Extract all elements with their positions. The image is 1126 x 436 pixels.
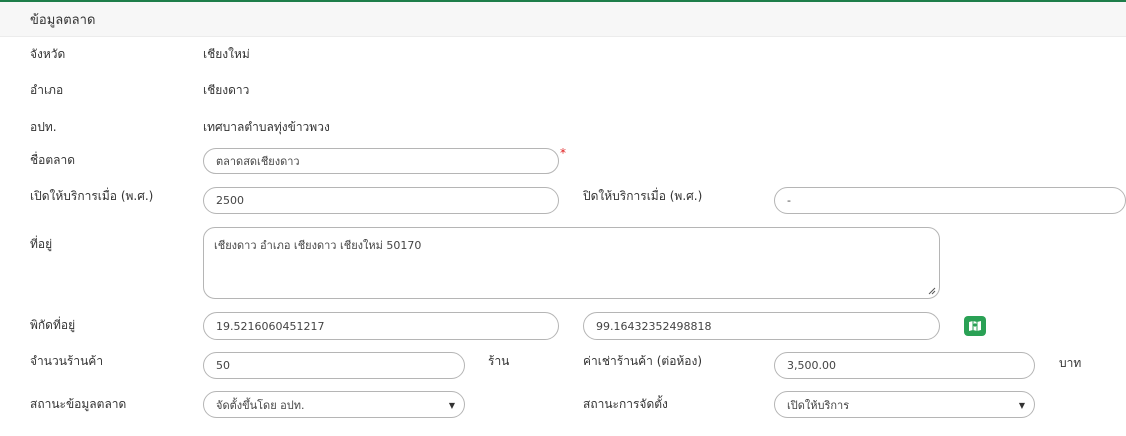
local-admin-value: เทศบาลตำบลทุ่งข้าวพวง bbox=[203, 120, 330, 134]
chevron-down-icon: ▼ bbox=[448, 400, 455, 410]
district-value: เชียงดาว bbox=[203, 83, 250, 97]
section-title: ข้อมูลตลาด bbox=[30, 13, 96, 28]
section-header: ข้อมูลตลาด bbox=[0, 2, 1126, 37]
district-label: อำเภอ bbox=[30, 83, 64, 97]
province-value: เชียงใหม่ bbox=[203, 47, 250, 61]
open-year-value: 2500 bbox=[216, 194, 244, 207]
open-year-label: เปิดให้บริการเมื่อ (พ.ศ.) bbox=[30, 189, 154, 203]
market-name-label: ชื่อตลาด bbox=[30, 153, 76, 167]
shop-count-input[interactable]: 50 bbox=[203, 352, 465, 379]
market-status-select[interactable]: จัดตั้งขึ้นโดย อปท. ▼ bbox=[203, 391, 465, 418]
latitude-value: 19.5216060451217 bbox=[216, 319, 325, 333]
local-admin-label: อปท. bbox=[30, 120, 57, 134]
shop-count-label: จำนวนร้านค้า bbox=[30, 354, 104, 368]
market-status-label: สถานะข้อมูลตลาด bbox=[30, 397, 127, 411]
rent-value: 3,500.00 bbox=[787, 359, 836, 372]
close-year-input[interactable]: - bbox=[774, 187, 1126, 214]
setup-status-label: สถานะการจัดตั้ง bbox=[583, 397, 668, 411]
latitude-input[interactable]: 19.5216060451217 bbox=[203, 312, 559, 340]
address-label: ที่อยู่ bbox=[30, 237, 53, 251]
address-value: เชียงดาว อำเภอ เชียงดาว เชียงใหม่ 50170 bbox=[214, 239, 422, 252]
coordinates-label: พิกัดที่อยู่ bbox=[30, 318, 76, 332]
shop-count-value: 50 bbox=[216, 359, 230, 372]
open-year-input[interactable]: 2500 bbox=[203, 187, 559, 214]
close-year-label: ปิดให้บริการเมื่อ (พ.ศ.) bbox=[583, 189, 703, 203]
resize-handle-icon[interactable] bbox=[928, 287, 936, 295]
chevron-down-icon: ▼ bbox=[1018, 400, 1025, 410]
setup-status-selected: เปิดให้บริการ bbox=[787, 398, 850, 412]
address-textarea[interactable]: เชียงดาว อำเภอ เชียงดาว เชียงใหม่ 50170 bbox=[203, 227, 940, 299]
market-name-value: ตลาดสดเชียงดาว bbox=[216, 155, 300, 168]
market-status-selected: จัดตั้งขึ้นโดย อปท. bbox=[216, 398, 305, 412]
rent-unit: บาท bbox=[1059, 356, 1082, 370]
setup-status-select[interactable]: เปิดให้บริการ ▼ bbox=[774, 391, 1035, 418]
longitude-input[interactable]: 99.16432352498818 bbox=[583, 312, 940, 340]
shop-count-unit: ร้าน bbox=[488, 354, 510, 368]
longitude-value: 99.16432352498818 bbox=[596, 319, 712, 333]
rent-label: ค่าเช่าร้านค้า (ต่อห้อง) bbox=[583, 354, 703, 368]
close-year-value: - bbox=[787, 194, 791, 207]
map-icon bbox=[969, 321, 981, 331]
map-picker-button[interactable] bbox=[964, 316, 986, 336]
market-name-input[interactable]: ตลาดสดเชียงดาว bbox=[203, 148, 559, 174]
rent-input[interactable]: 3,500.00 bbox=[774, 352, 1035, 379]
province-label: จังหวัด bbox=[30, 47, 66, 61]
required-asterisk: * bbox=[560, 146, 566, 160]
